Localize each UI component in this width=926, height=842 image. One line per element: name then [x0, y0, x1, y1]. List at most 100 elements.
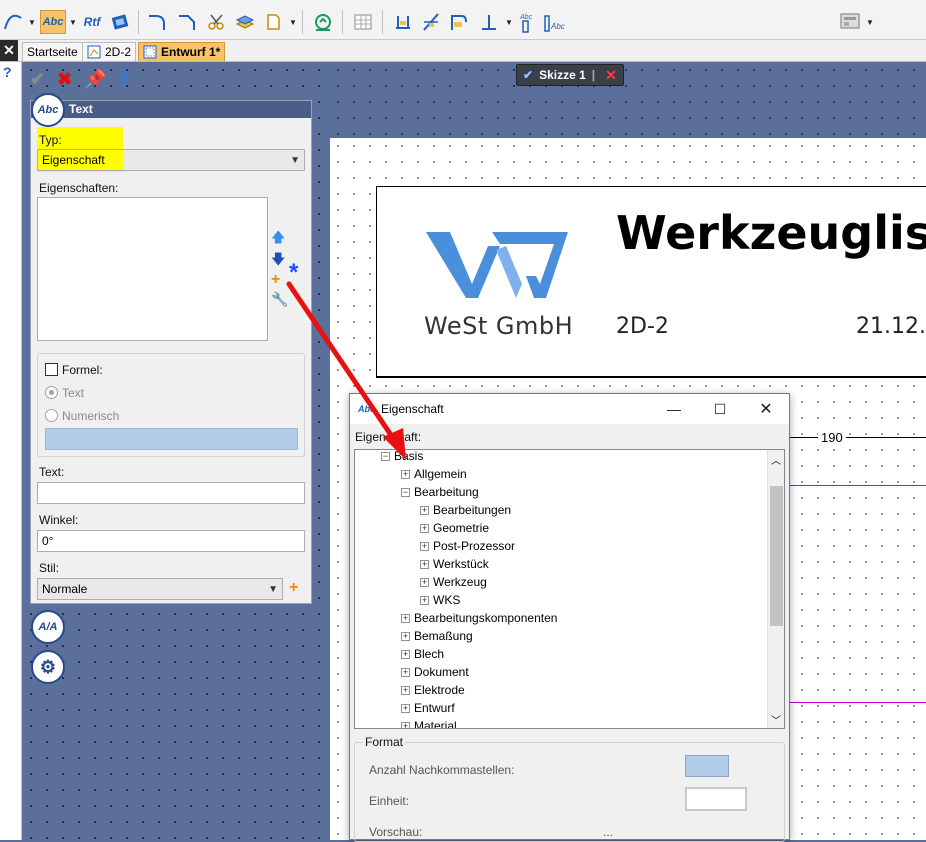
expand-icon[interactable]: +: [420, 595, 429, 605]
tree-item[interactable]: + Werkstück: [420, 556, 489, 572]
formula-input[interactable]: [45, 428, 298, 450]
expand-icon[interactable]: +: [420, 505, 429, 515]
text-frame-icon[interactable]: Abc: [542, 10, 568, 34]
tree-item[interactable]: − Basis: [381, 450, 423, 464]
collapse-icon[interactable]: −: [381, 451, 390, 461]
tree-item[interactable]: + Bemaßung: [401, 628, 473, 644]
font-style-icon[interactable]: A/A: [31, 610, 65, 644]
angle-input[interactable]: 0°: [37, 530, 305, 552]
close-icon[interactable]: ✕: [752, 398, 780, 420]
tree-item[interactable]: + Material: [401, 718, 457, 728]
expand-icon[interactable]: +: [420, 523, 429, 533]
perpendicular-icon[interactable]: [476, 10, 502, 34]
dimension-line[interactable]: [788, 437, 926, 438]
radius-dimension-icon[interactable]: [446, 10, 472, 34]
close-icon[interactable]: ✕: [605, 67, 617, 84]
tree-item[interactable]: + Post-Prozessor: [420, 538, 515, 554]
tab-entwurf-1[interactable]: Entwurf 1*: [138, 42, 226, 61]
text-mode-icon[interactable]: Abc: [31, 93, 65, 127]
style-select[interactable]: Normale ▼: [37, 578, 283, 600]
move-up-icon[interactable]: 🡅: [271, 227, 285, 251]
close-icon[interactable]: ✕: [0, 40, 18, 61]
construction-line[interactable]: [790, 485, 926, 486]
view-icon[interactable]: [836, 10, 864, 34]
cancel-icon[interactable]: ✖: [57, 69, 72, 90]
tree-item[interactable]: + Werkzeug: [420, 574, 487, 590]
tree-scrollbar[interactable]: ︿ ﹀: [767, 450, 784, 728]
tree-item[interactable]: + Blech: [401, 646, 444, 662]
chamfer-icon[interactable]: [174, 10, 200, 34]
tree-item[interactable]: + Entwurf: [401, 700, 455, 716]
expand-icon[interactable]: +: [401, 631, 410, 641]
chevron-down-icon[interactable]: ▼: [289, 18, 297, 27]
tree-item-label: Bearbeitungskomponenten: [414, 611, 558, 625]
properties-list[interactable]: [37, 197, 268, 341]
add-icon[interactable]: +: [271, 271, 280, 289]
chevron-up-icon[interactable]: ︿: [771, 452, 781, 467]
expand-icon[interactable]: +: [420, 577, 429, 587]
help-icon[interactable]: ?: [3, 64, 12, 80]
dimension-icon[interactable]: [390, 10, 416, 34]
spline-icon[interactable]: [2, 10, 24, 34]
layer-icon[interactable]: [232, 10, 258, 34]
tree-item[interactable]: + Geometrie: [420, 520, 489, 536]
chevron-down-icon[interactable]: ▼: [866, 18, 874, 27]
scroll-thumb[interactable]: [770, 486, 783, 626]
tree-item[interactable]: + Dokument: [401, 664, 469, 680]
collapse-icon[interactable]: −: [401, 487, 410, 497]
text-input[interactable]: [37, 482, 305, 504]
settings-gear-icon[interactable]: ⚙: [31, 650, 65, 684]
fillet-icon[interactable]: [144, 10, 170, 34]
tab-startseite[interactable]: Startseite: [22, 42, 83, 61]
tab-2d-2[interactable]: 2D-2: [82, 42, 137, 61]
pin-icon[interactable]: 📌: [84, 69, 106, 90]
wrench-icon[interactable]: 🔧: [271, 291, 288, 308]
confirm-icon[interactable]: ✔: [30, 69, 45, 90]
unit-input[interactable]: [685, 787, 747, 811]
tree-item[interactable]: + Allgemein: [401, 466, 467, 482]
construction-line[interactable]: [790, 702, 926, 703]
chevron-down-icon[interactable]: ▼: [505, 18, 513, 27]
page-icon[interactable]: [260, 10, 286, 34]
radio-numeric[interactable]: [45, 409, 58, 422]
expand-icon[interactable]: +: [401, 685, 410, 695]
maximize-icon[interactable]: ☐: [706, 398, 734, 420]
expand-icon[interactable]: +: [401, 721, 410, 728]
tree-item[interactable]: + WKS: [420, 592, 460, 608]
text-vertical-icon[interactable]: Abc: [514, 10, 538, 34]
tree-item[interactable]: − Bearbeitung: [401, 484, 479, 500]
expand-icon[interactable]: +: [401, 667, 410, 677]
add-style-icon[interactable]: +: [289, 579, 298, 597]
tree-item[interactable]: + Bearbeitungskomponenten: [401, 610, 557, 626]
sketch-tab[interactable]: ✔ Skizze 1 | ✕: [516, 64, 624, 86]
tree-item-label: Werkzeug: [433, 575, 487, 589]
angle-dimension-icon[interactable]: [418, 10, 444, 34]
tree-item[interactable]: + Elektrode: [401, 682, 465, 698]
dimension-value[interactable]: 190: [818, 430, 846, 445]
help-icon[interactable]: ?: [119, 69, 130, 90]
tree-item[interactable]: + Bearbeitungen: [420, 502, 511, 518]
image-icon[interactable]: [108, 10, 132, 34]
chevron-down-icon[interactable]: ▼: [69, 18, 77, 27]
expand-icon[interactable]: +: [420, 541, 429, 551]
expand-icon[interactable]: +: [401, 469, 410, 479]
trim-icon[interactable]: [204, 10, 230, 34]
expand-icon[interactable]: +: [401, 703, 410, 713]
refresh-icon[interactable]: [310, 10, 336, 34]
expand-icon[interactable]: +: [401, 613, 410, 623]
move-down-icon[interactable]: 🡇: [271, 249, 285, 273]
chevron-down-icon[interactable]: ▼: [28, 18, 36, 27]
decimals-input[interactable]: [685, 755, 729, 777]
formula-checkbox[interactable]: [45, 363, 58, 376]
type-select[interactable]: Eigenschaft ▼: [37, 149, 305, 171]
chevron-down-icon[interactable]: ﹀: [771, 712, 781, 727]
radio-text[interactable]: [45, 386, 58, 399]
minimize-icon[interactable]: —: [660, 398, 688, 420]
expand-icon[interactable]: +: [401, 649, 410, 659]
text-tool-icon[interactable]: Abc: [40, 10, 66, 34]
rtf-icon[interactable]: Rtf: [80, 10, 104, 34]
table-icon[interactable]: [350, 10, 376, 34]
property-tree[interactable]: − Basis + Allgemein − Bearbeitung + Bearbeitung…: [354, 449, 785, 729]
expand-icon[interactable]: +: [420, 559, 429, 569]
asterisk-icon[interactable]: *: [289, 259, 298, 287]
